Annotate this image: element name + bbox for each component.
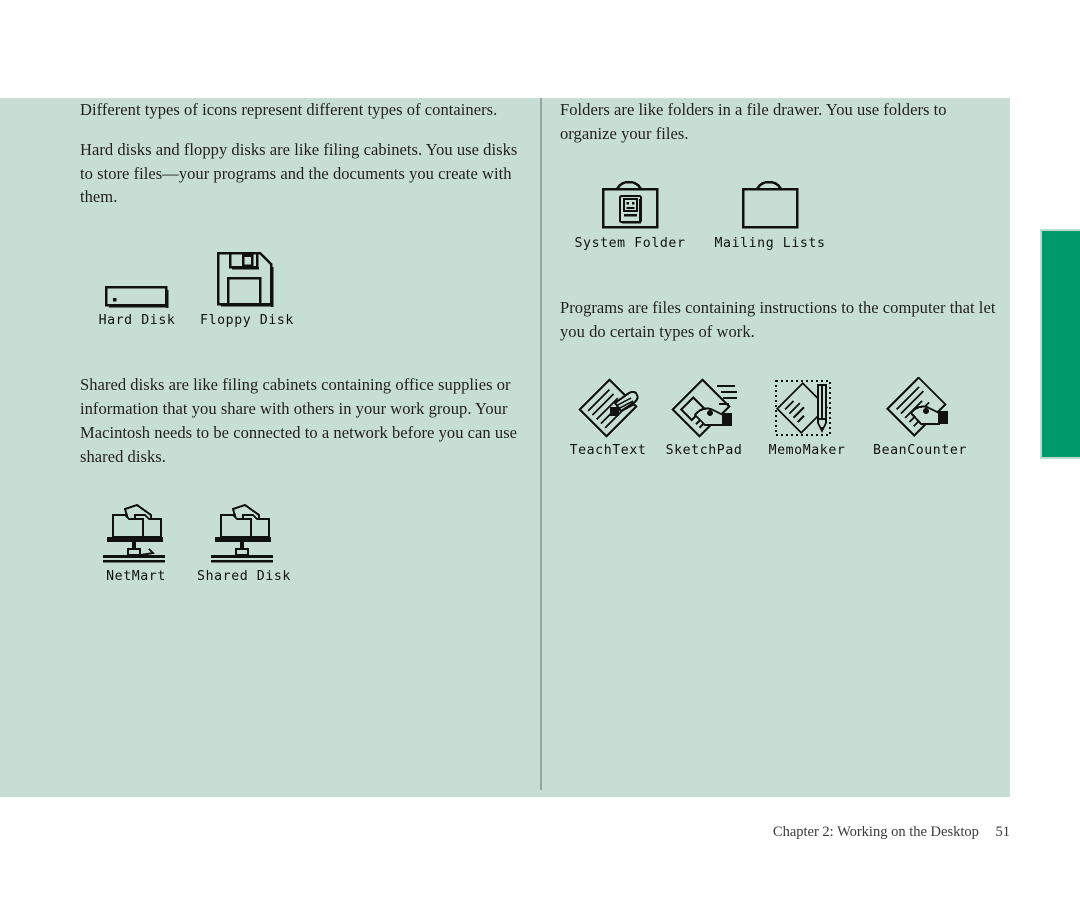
footer-page-number: 51 xyxy=(995,824,1011,840)
footer-chapter-title: Chapter 2: Working on the Desktop xyxy=(772,824,979,840)
disk-icon-row: Hard Disk Floppy Disk xyxy=(80,251,520,329)
paragraph-folders: Folders are like folders in a file drawe… xyxy=(560,100,947,143)
right-column: Folders are like folders in a file drawe… xyxy=(560,98,1000,458)
program-icon-row: TeachText SketchPad MemoMaker BeanCounte… xyxy=(560,377,1000,459)
page-footer: Chapter 2: Working on the Desktop 51 xyxy=(0,824,1010,841)
icon-label: TeachText xyxy=(569,443,647,459)
icon-label: Hard Disk xyxy=(98,313,176,329)
icon-item-teachtext[interactable]: TeachText xyxy=(560,377,656,459)
column-divider-rule xyxy=(540,98,542,790)
shared-disk-icon xyxy=(209,503,279,565)
system-folder-icon xyxy=(595,180,665,232)
icon-item-netmart[interactable]: NetMart xyxy=(82,503,190,583)
icon-label: Shared Disk xyxy=(197,568,291,584)
icon-item-hard-disk[interactable]: Hard Disk xyxy=(82,255,192,327)
folder-icon xyxy=(735,180,805,232)
icon-label: Floppy Disk xyxy=(200,313,294,329)
icon-item-sketchpad[interactable]: SketchPad xyxy=(656,377,752,459)
icon-item-system-folder[interactable]: System Folder xyxy=(560,180,700,250)
icon-item-mailing-lists[interactable]: Mailing Lists xyxy=(700,180,840,250)
icon-item-floppy-disk[interactable]: Floppy Disk xyxy=(192,251,302,329)
icon-label: SketchPad xyxy=(665,443,743,459)
teachtext-app-icon xyxy=(569,377,647,439)
memomaker-app-icon xyxy=(768,377,846,439)
icon-label: System Folder xyxy=(574,235,686,251)
hard-disk-icon xyxy=(105,255,169,309)
icon-label: Mailing Lists xyxy=(714,235,826,251)
paragraph-programs: Programs are files containing instructio… xyxy=(560,297,996,341)
floppy-disk-icon xyxy=(216,251,278,309)
folder-icon-row: System Folder Mailing Lists xyxy=(560,180,1000,250)
icon-item-beancounter[interactable]: BeanCounter xyxy=(862,377,978,459)
icon-label: BeanCounter xyxy=(873,443,967,459)
icon-item-memomaker[interactable]: MemoMaker xyxy=(752,377,862,459)
shared-disk-icon xyxy=(101,503,171,565)
icon-label: MemoMaker xyxy=(768,443,846,459)
paragraph-shared-disks: Shared disks are like filing cabinets co… xyxy=(80,375,518,466)
icon-label: NetMart xyxy=(106,568,166,584)
icon-item-shared-disk[interactable]: Shared Disk xyxy=(190,503,298,583)
shared-disk-icon-row: NetMart Shared Disk xyxy=(80,503,520,583)
paragraph-icon-types: Different types of icons represent diffe… xyxy=(80,100,498,119)
sketchpad-app-icon xyxy=(665,377,743,439)
beancounter-app-icon xyxy=(881,377,959,439)
chapter-thumb-tab xyxy=(1040,229,1080,459)
paragraph-hard-floppy-disks: Hard disks and floppy disks are like fil… xyxy=(80,139,518,207)
left-column: Different types of icons represent diffe… xyxy=(80,98,520,583)
